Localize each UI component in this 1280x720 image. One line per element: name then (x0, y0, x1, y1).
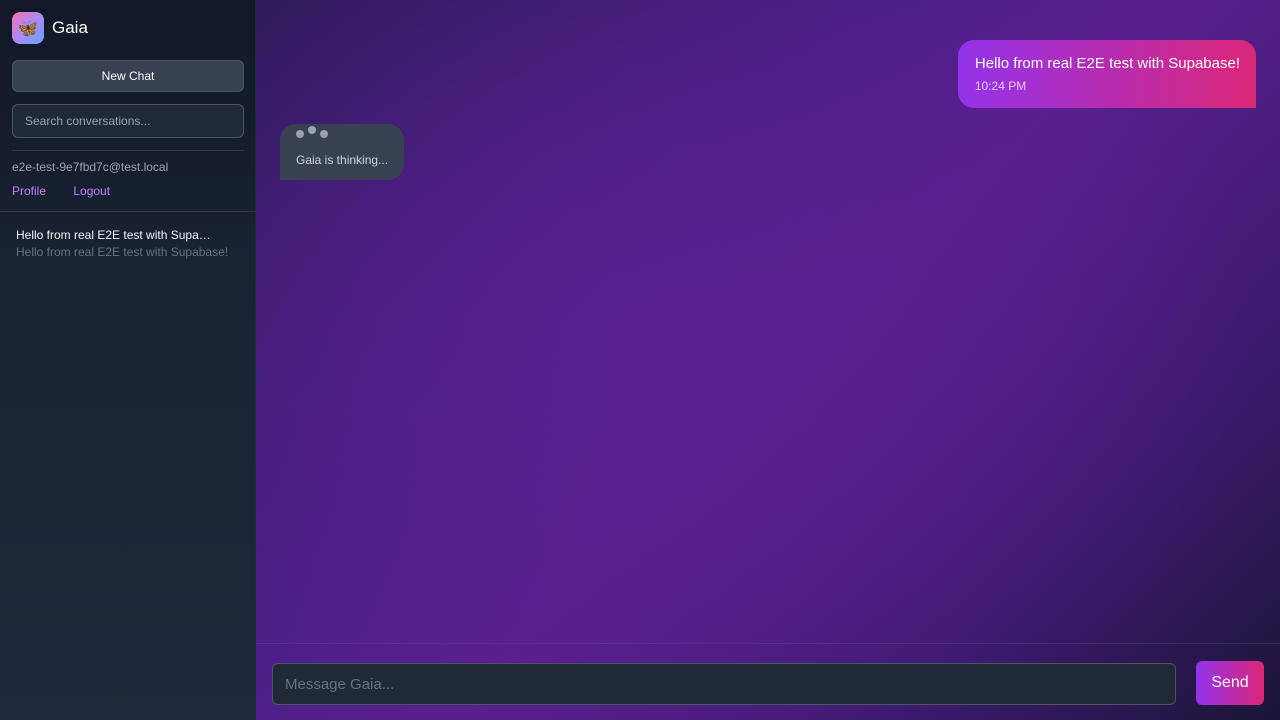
conversation-title: Hello from real E2E test with Supabase! (16, 228, 216, 242)
message-composer: Send (256, 643, 1280, 720)
message-text: Hello from real E2E test with Supabase! (974, 55, 1240, 72)
conversation-item[interactable]: Hello from real E2E test with Supabase! … (0, 220, 256, 267)
search-conversations-input[interactable] (12, 104, 244, 138)
typing-dot (308, 126, 316, 134)
account-links: Profile Logout (12, 184, 110, 198)
butterfly-icon: 🦋 (12, 12, 44, 44)
message-input[interactable] (272, 663, 1176, 705)
typing-dot (296, 130, 304, 138)
divider (0, 211, 256, 212)
chat-area: Hello from real E2E test with Supabase! … (256, 0, 1280, 720)
profile-link[interactable]: Profile (12, 184, 46, 198)
sidebar: 🦋 Gaia New Chat e2e-test-9e7fbd7c@test.l… (0, 0, 256, 720)
send-button[interactable]: Send (1196, 661, 1264, 705)
logout-link[interactable]: Logout (73, 184, 110, 198)
new-chat-button[interactable]: New Chat (12, 60, 244, 92)
user-email: e2e-test-9e7fbd7c@test.local (12, 160, 169, 174)
message-timestamp: 10:24 PM (974, 79, 1027, 93)
thinking-text: Gaia is thinking... (296, 153, 389, 167)
user-message-bubble: Hello from real E2E test with Supabase! … (957, 40, 1256, 108)
app-title: Gaia (52, 18, 88, 37)
brand: 🦋 Gaia (12, 12, 88, 44)
conversation-preview: Hello from real E2E test with Supabase! (16, 245, 229, 259)
typing-dot (320, 130, 328, 138)
assistant-thinking-bubble: Gaia is thinking... (280, 124, 404, 180)
divider (12, 150, 244, 151)
